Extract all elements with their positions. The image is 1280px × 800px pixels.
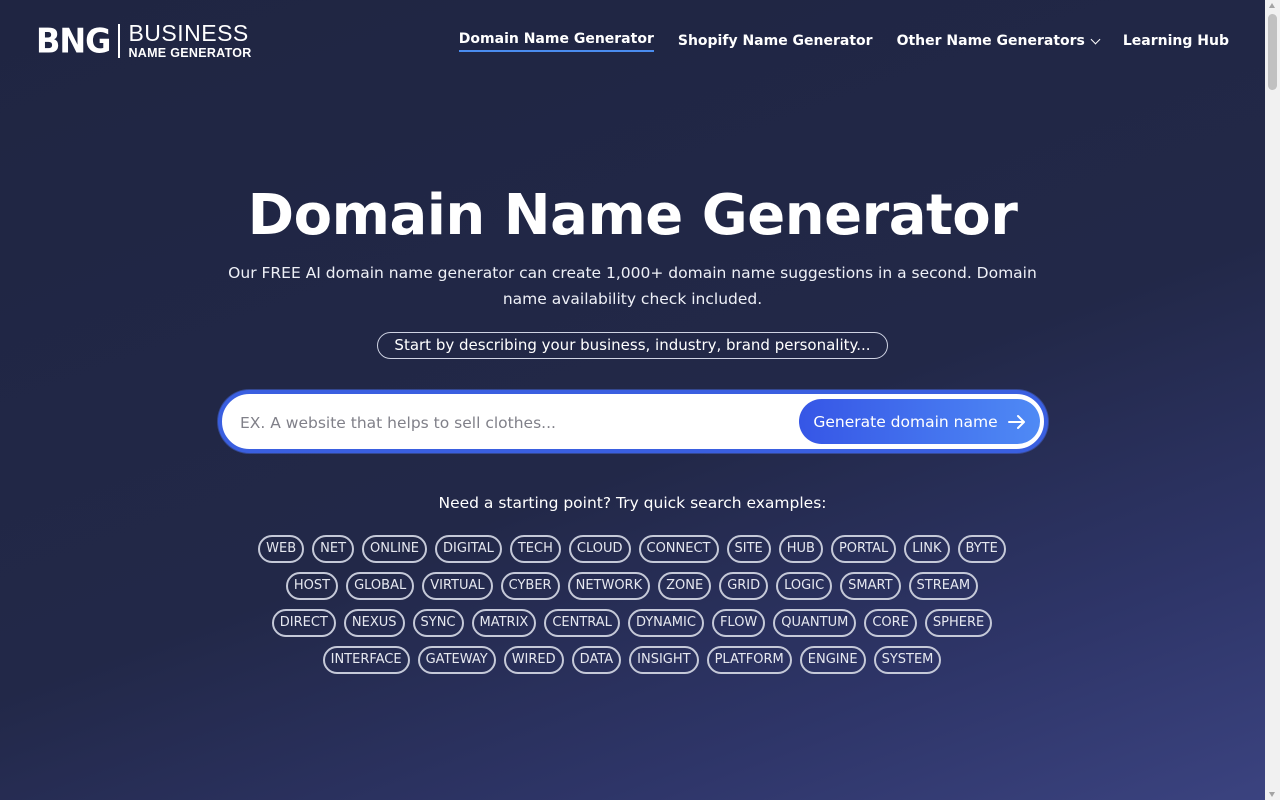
nav-domain-name-generator[interactable]: Domain Name Generator [458, 30, 654, 52]
nav-shopify-name-generator[interactable]: Shopify Name Generator [678, 31, 873, 51]
example-chip[interactable]: ENGINE [799, 646, 866, 674]
logo-line-1: BUSINESS [128, 20, 249, 46]
page-subtitle: Our FREE AI domain name generator can cr… [228, 264, 1037, 308]
example-chip[interactable]: SMART [840, 572, 901, 600]
example-chip[interactable]: INSIGHT [629, 646, 699, 674]
example-chip[interactable]: STREAM [908, 572, 979, 600]
example-chip[interactable]: VIRTUAL [422, 572, 493, 600]
chip-row: WEB NET ONLINE DIGITAL TECH CLOUD CONNECT SITE H… [232, 535, 1032, 563]
example-chip[interactable]: NET [312, 535, 355, 563]
example-chip[interactable]: SYSTEM [873, 646, 942, 674]
chip-row: HOST GLOBAL VIRTUAL CYBER NETWORK ZONE GRID LOG… [232, 572, 1032, 600]
example-chip[interactable]: GRID [719, 572, 769, 600]
example-chip[interactable]: ONLINE [362, 535, 428, 563]
site-header: BNG BUSINESS NAME GENERATOR Domain Name … [0, 0, 1265, 80]
example-chip[interactable]: CLOUD [568, 535, 631, 563]
examples-label: Need a starting point? Try quick search … [438, 494, 827, 512]
example-chip[interactable]: TECH [509, 535, 561, 563]
logo-divider [118, 23, 121, 58]
example-chips: WEB NET ONLINE DIGITAL TECH CLOUD CONNECT SITE H… [232, 535, 1032, 683]
search-bar: Generate domain name [218, 390, 1048, 453]
example-chip[interactable]: INTERFACE [322, 646, 410, 674]
business-description-input[interactable] [240, 410, 800, 436]
chevron-down-icon [1090, 34, 1101, 44]
example-chip[interactable]: NETWORK [567, 572, 651, 600]
example-chip[interactable]: NEXUS [343, 609, 405, 637]
example-chip[interactable]: LOGIC [776, 572, 833, 600]
example-chip[interactable]: HUB [778, 535, 823, 563]
example-chip[interactable]: PLATFORM [706, 646, 792, 674]
scroll-thumb[interactable] [1268, 14, 1277, 90]
generate-domain-name-button[interactable]: Generate domain name [799, 399, 1040, 444]
example-chip[interactable]: FLOW [711, 609, 766, 637]
example-chip[interactable]: MATRIX [471, 609, 537, 637]
example-chip[interactable]: DIRECT [271, 609, 336, 637]
chip-row: INTERFACE GATEWAY WIRED DATA INSIGHT PLATFORM… [232, 646, 1032, 674]
hint-pill: Start by describing your business, indus… [377, 332, 888, 359]
arrow-right-icon [1007, 414, 1026, 430]
example-chip[interactable]: HOST [285, 572, 339, 600]
main-nav: Domain Name Generator Shopify Name Gener… [435, 30, 1229, 52]
nav-learning-hub[interactable]: Learning Hub [1123, 31, 1229, 51]
chip-row: DIRECT NEXUS SYNC MATRIX CENTRAL DYNAMIC FLOW Q… [232, 609, 1032, 637]
nav-other-name-generators[interactable]: Other Name Generators [896, 31, 1101, 51]
example-chip[interactable]: BYTE [957, 535, 1006, 563]
example-chip[interactable]: GATEWAY [417, 646, 496, 674]
scroll-down-icon[interactable] [1269, 792, 1275, 797]
logo-text: BUSINESS NAME GENERATOR [128, 22, 251, 60]
example-chip[interactable]: CENTRAL [544, 609, 620, 637]
example-chip[interactable]: LINK [904, 535, 950, 563]
scrollbar[interactable] [1265, 0, 1280, 800]
example-chip[interactable]: ZONE [658, 572, 712, 600]
logo[interactable]: BNG BUSINESS NAME GENERATOR [36, 22, 252, 60]
scroll-up-icon[interactable] [1269, 3, 1275, 8]
example-chip[interactable]: CORE [864, 609, 917, 637]
nav-other-name-generators-label: Other Name Generators [896, 33, 1085, 49]
generate-button-label: Generate domain name [813, 412, 998, 431]
logo-mark: BNG [36, 20, 111, 61]
example-chip[interactable]: DATA [571, 646, 622, 674]
logo-line-2: NAME GENERATOR [128, 46, 252, 60]
example-chip[interactable]: DIGITAL [435, 535, 502, 563]
page-title: Domain Name Generator [247, 183, 1018, 248]
example-chip[interactable]: QUANTUM [773, 609, 857, 637]
example-chip[interactable]: SITE [726, 535, 771, 563]
example-chip[interactable]: CYBER [500, 572, 560, 600]
example-chip[interactable]: GLOBAL [346, 572, 415, 600]
example-chip[interactable]: PORTAL [830, 535, 897, 563]
example-chip[interactable]: WEB [258, 535, 305, 563]
example-chip[interactable]: WIRED [503, 646, 564, 674]
example-chip[interactable]: SYNC [412, 609, 464, 637]
example-chip[interactable]: SPHERE [924, 609, 993, 637]
example-chip[interactable]: DYNAMIC [627, 609, 704, 637]
example-chip[interactable]: CONNECT [638, 535, 719, 563]
